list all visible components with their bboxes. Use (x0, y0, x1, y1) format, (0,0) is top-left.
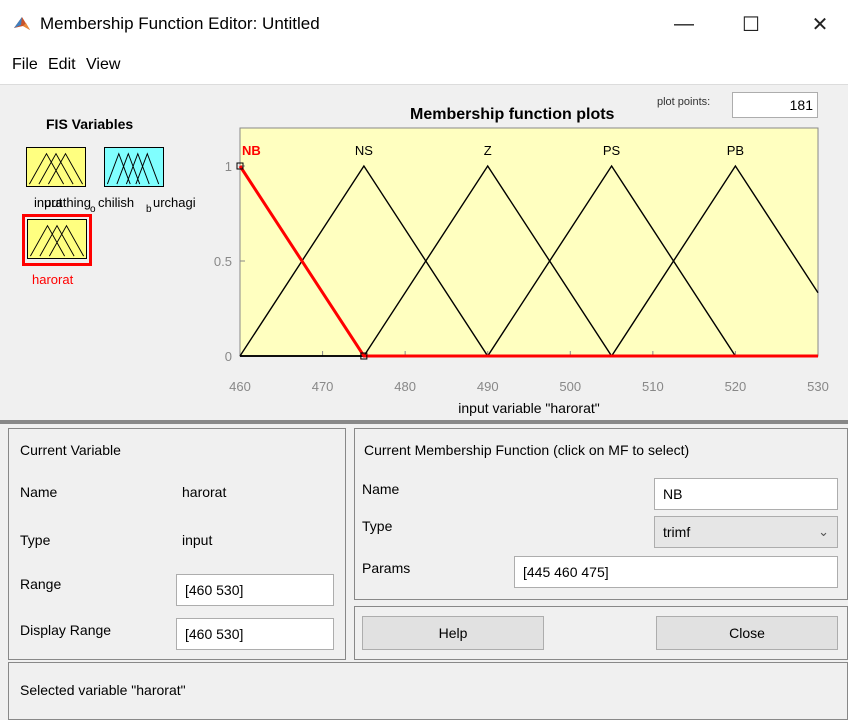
mf-type-select[interactable]: trimf ⌄ (654, 516, 838, 548)
mf-label-nb: NB (242, 143, 261, 158)
x-tick-label: 490 (477, 379, 499, 394)
mf-label-pb: PB (727, 143, 744, 158)
variable-range-label: Range (20, 576, 62, 592)
x-tick-label: 520 (725, 379, 747, 394)
current-mf-title: Current Membership Function (click on MF… (364, 442, 690, 458)
mf-label-ns: NS (355, 143, 373, 158)
close-button[interactable]: Close (656, 616, 838, 650)
y-tick-label: 1 (225, 159, 232, 174)
display-range-field[interactable]: [460 530] (176, 618, 334, 650)
variable-name-label: Name (20, 484, 58, 500)
variable-type-label: Type (20, 532, 51, 548)
membership-function-plot[interactable]: 0 0.5 1 460 470 480 490 500 510 520 530 NS Z PS PB NB i… (0, 0, 848, 420)
x-tick-label: 470 (312, 379, 334, 394)
x-tick-label: 510 (642, 379, 664, 394)
mf-label-ps: PS (603, 143, 621, 158)
mf-label-z: Z (484, 143, 492, 158)
status-text: Selected variable "harorat" (20, 682, 186, 698)
x-tick-label: 500 (559, 379, 581, 394)
mf-type-label: Type (362, 518, 393, 534)
current-variable-title: Current Variable (20, 442, 121, 458)
plot-area (239, 127, 819, 357)
chevron-down-icon: ⌄ (818, 524, 829, 539)
x-tick-label: 460 (229, 379, 251, 394)
mf-name-label: Name (362, 481, 400, 497)
y-tick-label: 0.5 (214, 254, 232, 269)
x-tick-label: 480 (394, 379, 416, 394)
variable-name-value: harorat (182, 484, 227, 500)
x-axis-label: input variable "harorat" (458, 400, 599, 416)
mf-params-field[interactable]: [445 460 475] (514, 556, 838, 588)
variable-type-value: input (182, 532, 213, 548)
mf-params-label: Params (362, 560, 411, 576)
display-range-label: Display Range (20, 622, 112, 638)
x-tick-label: 530 (807, 379, 829, 394)
mf-type-value: trimf (663, 524, 691, 540)
mf-name-field[interactable]: NB (654, 478, 838, 510)
y-tick-label: 0 (225, 349, 232, 364)
help-button[interactable]: Help (362, 616, 544, 650)
variable-range-field[interactable]: [460 530] (176, 574, 334, 606)
section-divider (0, 420, 848, 424)
